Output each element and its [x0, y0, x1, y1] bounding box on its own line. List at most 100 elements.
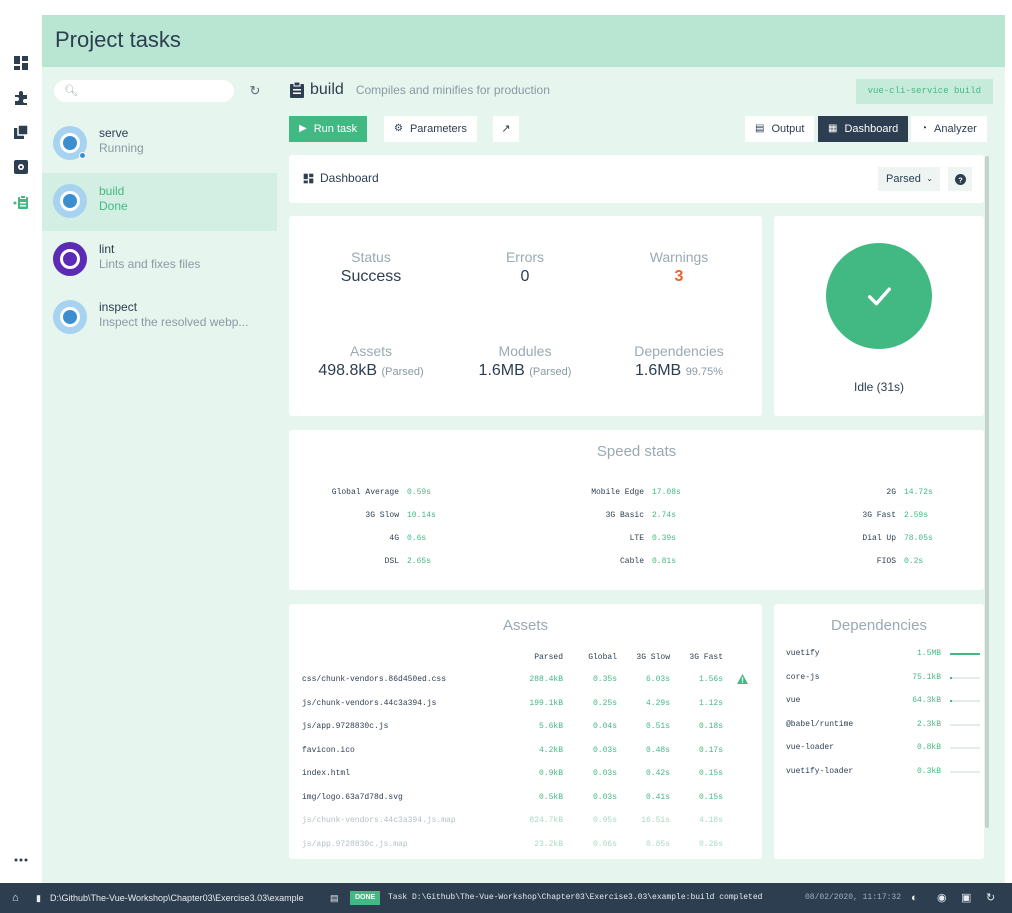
- more-options-icon[interactable]: [0, 843, 42, 877]
- size-mode-select[interactable]: Parsed ⌄: [878, 167, 940, 191]
- speed-stat-item: FIOS 0.2s: [834, 557, 923, 566]
- asset-row[interactable]: js/app.9728830c.js 5.6kB 0.04s 0.51s 0.18s: [289, 722, 762, 745]
- asset-time-global: 0.06s: [592, 839, 617, 849]
- running-indicator: [79, 152, 86, 159]
- search-input[interactable]: 🔍︎: [54, 80, 234, 102]
- task-description: Compiles and minifies for production: [355, 83, 550, 97]
- task-description: Lints and fixes files: [99, 257, 201, 271]
- asset-parsed-size: 4.2kB: [538, 745, 563, 755]
- asset-time-fast: 1.12s: [698, 698, 723, 708]
- dependencies-icon[interactable]: [0, 115, 42, 149]
- dependency-row: vue-loader 0.8kB: [786, 743, 980, 766]
- help-button[interactable]: ?: [948, 167, 972, 191]
- speed-stat-item: LTE 0.39s: [574, 534, 676, 543]
- speed-stat-label: Cable: [619, 557, 644, 566]
- bug-report-icon[interactable]: ◉: [937, 883, 947, 913]
- asset-time-slow: 4.29s: [645, 698, 670, 708]
- dashboard-icon[interactable]: [0, 46, 42, 80]
- speed-stat-value: 2.59s: [904, 511, 929, 520]
- asset-row[interactable]: js/chunk-vendors.44c3a394.js.map 824.7kB 0…: [289, 816, 762, 839]
- asset-parsed-size: 0.5kB: [538, 792, 563, 802]
- task-details-panel: build Compiles and minifies for producti…: [277, 67, 1005, 883]
- terminal-icon[interactable]: ▤: [330, 883, 339, 913]
- tab-dashboard[interactable]: ▦ Dashboard: [818, 116, 909, 142]
- asset-time-global: 0.03s: [592, 792, 617, 802]
- speed-stat-label: Mobile Edge: [591, 488, 644, 497]
- translate-icon[interactable]: ▣: [961, 883, 971, 913]
- asset-parsed-size: 0.9kB: [538, 769, 563, 778]
- speed-stats-title: Speed stats: [596, 443, 677, 460]
- stat-assets: Assets 498.8kB (Parsed): [318, 343, 424, 379]
- speed-stats-card: Speed stats Global Average 0.59s Mobile Ed…: [289, 430, 984, 590]
- plugins-puzzle-icon[interactable]: [0, 81, 42, 115]
- configuration-gear-icon[interactable]: [0, 150, 42, 184]
- speed-stat-value: 2.74s: [652, 511, 677, 520]
- task-item-build[interactable]: build Done: [42, 173, 277, 231]
- speed-stat-item: 3G Fast 2.59s: [834, 511, 928, 520]
- open-external-button[interactable]: ↗: [493, 116, 519, 142]
- asset-time-global: 0.03s: [592, 745, 617, 755]
- vertical-scrollbar[interactable]: [985, 156, 989, 828]
- asset-time-fast: 4.18s: [698, 816, 723, 825]
- gear-icon: ⚙: [394, 123, 403, 134]
- vue-cli-task-icon: [53, 184, 87, 218]
- home-icon[interactable]: ⌂: [12, 883, 19, 913]
- run-task-button[interactable]: ▶ Run task: [289, 116, 368, 142]
- command-chip[interactable]: vue-cli-service build: [855, 79, 993, 104]
- parameters-button[interactable]: ⚙ Parameters: [384, 116, 477, 142]
- speed-stat-value: 14.72s: [904, 488, 933, 497]
- asset-time-slow: 0.41s: [645, 792, 670, 802]
- asset-time-global: 0.25s: [592, 698, 617, 708]
- asset-parsed-size: 5.6kB: [538, 722, 563, 731]
- side-nav-rail: [0, 0, 42, 883]
- speed-stat-value: 17.08s: [652, 488, 681, 497]
- asset-row[interactable]: index.html 0.9kB 0.03s 0.42s 0.15s: [289, 769, 762, 792]
- dashboard-icon: [303, 173, 314, 183]
- dependency-name: @babel/runtime: [786, 719, 854, 729]
- asset-parsed-size: 23.2kB: [534, 839, 563, 849]
- dark-mode-icon[interactable]: ◐: [911, 883, 918, 913]
- speed-stat-item: 3G Basic 2.74s: [574, 511, 676, 520]
- status-message[interactable]: Task D:\Github\The-Vue-Workshop\Chapter0…: [388, 883, 762, 913]
- task-item-serve[interactable]: serve Running: [42, 115, 277, 173]
- asset-row[interactable]: js/app.9728830c.js.map 23.2kB 0.06s 0.85s 0.…: [289, 840, 762, 863]
- dashboard-icon: ▦: [828, 123, 838, 134]
- asset-row[interactable]: js/chunk-vendors.44c3a394.js 199.1kB 0.25s…: [289, 699, 762, 722]
- tab-output[interactable]: ▤ Output: [745, 116, 815, 142]
- dependency-size: 0.8kB: [916, 743, 941, 752]
- stat-warnings: Warnings 3: [649, 249, 709, 285]
- dependency-row: vuetify-loader 0.3kB: [786, 767, 980, 790]
- warning-icon[interactable]: [737, 674, 748, 687]
- asset-time-slow: 0.42s: [645, 769, 670, 778]
- speed-stat-label: 3G Fast: [862, 511, 896, 520]
- asset-row[interactable]: css/chunk-vendors.86d450ed.css 288.4kB 0.3…: [289, 674, 762, 698]
- asset-row[interactable]: favicon.ico 4.2kB 0.03s 0.48s 0.17s: [289, 746, 762, 769]
- help-icon: ?: [954, 173, 966, 185]
- dependency-size-bar-fill: [950, 653, 980, 655]
- column-header-global: Global: [588, 653, 617, 662]
- page-title: Project tasks: [55, 27, 181, 52]
- speed-stat-label: LTE: [629, 534, 644, 543]
- task-title: build: [310, 81, 344, 98]
- search-icon: 🔍︎: [64, 85, 78, 97]
- column-header-3g-slow: 3G Slow: [636, 653, 670, 662]
- speed-stat-item: 2G 14.72s: [834, 488, 933, 497]
- column-header-3g-fast: 3G Fast: [689, 653, 723, 662]
- tasks-clipboard-icon[interactable]: [0, 185, 42, 219]
- stat-status: Status Success: [340, 249, 402, 285]
- speed-stat-value: 2.65s: [407, 557, 432, 566]
- tab-analyzer[interactable]: ◔ Analyzer: [911, 116, 987, 142]
- dependency-size: 2.3kB: [916, 719, 941, 729]
- refresh-icon[interactable]: ↻: [244, 80, 266, 102]
- task-item-inspect[interactable]: inspect Inspect the resolved webp...: [42, 289, 277, 347]
- assets-table-card: Assets Parsed Global 3G Slow 3G Fast css…: [289, 604, 762, 859]
- task-status-badge: DONE: [350, 891, 381, 905]
- dependency-row: vue 64.3kB: [786, 696, 980, 719]
- dependency-name: vuetify: [786, 649, 820, 658]
- asset-row[interactable]: img/logo.63a7d78d.svg 0.5kB 0.03s 0.41s 0.15…: [289, 793, 762, 816]
- task-item-lint[interactable]: lint Lints and fixes files: [42, 231, 277, 289]
- speed-stat-value: 0.81s: [652, 557, 677, 566]
- inspect-icon: [53, 300, 87, 334]
- project-path[interactable]: D:\Github\The-Vue-Workshop\Chapter03\Exe…: [50, 883, 304, 913]
- refresh-icon[interactable]: ↻: [986, 883, 995, 913]
